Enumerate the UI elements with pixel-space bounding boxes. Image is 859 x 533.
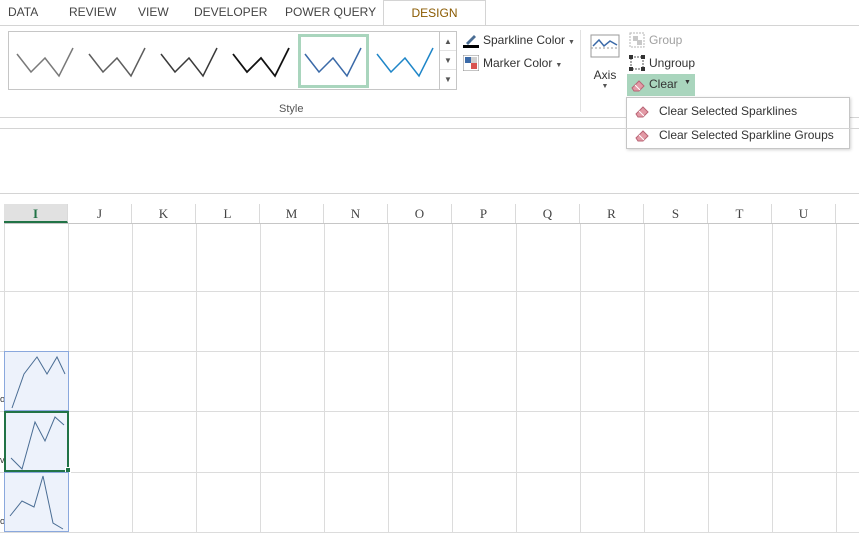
sheet-top-border xyxy=(0,193,859,194)
sparkline-style-gallery: ▲ ▼ ▼ xyxy=(8,31,457,90)
column-header-q[interactable]: Q xyxy=(516,204,580,223)
style-thumb-line xyxy=(304,47,362,78)
chevron-down-icon: ▼ xyxy=(684,79,691,86)
style-thumb-3[interactable] xyxy=(155,34,223,88)
style-group-label: Style xyxy=(279,103,304,115)
column-header-m[interactable]: M xyxy=(260,204,324,223)
column-header-o[interactable]: O xyxy=(388,204,452,223)
clear-label: Clear xyxy=(649,77,678,91)
row-edge-mark: v xyxy=(0,455,4,465)
menu-item-label: Clear Selected Sparklines xyxy=(659,104,798,118)
column-header-t[interactable]: T xyxy=(708,204,772,223)
column-gridline xyxy=(452,224,453,533)
sparkline-cell-1[interactable] xyxy=(4,351,69,411)
style-thumb-2[interactable] xyxy=(83,34,151,88)
sparkline-cell-2-active[interactable] xyxy=(4,411,69,472)
sparkline-cell-3[interactable] xyxy=(4,472,69,532)
column-header-i[interactable]: I xyxy=(4,204,68,223)
sparkline xyxy=(11,355,66,409)
row-gridline xyxy=(0,351,859,352)
marker-color-label: Marker Color xyxy=(483,56,553,70)
clear-selected-sparkline-groups-item[interactable]: Clear Selected Sparkline Groups xyxy=(627,123,849,147)
column-header-s[interactable]: S xyxy=(644,204,708,223)
row-gridline xyxy=(0,411,859,412)
column-gridline xyxy=(388,224,389,533)
column-gridline xyxy=(260,224,261,533)
column-gridline xyxy=(580,224,581,533)
column-gridline xyxy=(836,224,837,533)
tab-power-query[interactable]: POWER QUERY xyxy=(285,0,376,26)
axis-button[interactable]: Axis ▼ xyxy=(588,32,622,94)
eraser-icon xyxy=(635,130,649,142)
menu-item-label: Clear Selected Sparkline Groups xyxy=(659,128,834,142)
worksheet-grid[interactable] xyxy=(0,224,859,533)
eraser-icon xyxy=(631,80,645,92)
column-gridline xyxy=(132,224,133,533)
column-header-u[interactable]: U xyxy=(772,204,836,223)
column-gridline xyxy=(708,224,709,533)
tab-developer[interactable]: DEVELOPER xyxy=(194,0,267,26)
ungroup-label: Ungroup xyxy=(649,56,696,70)
column-header-n[interactable]: N xyxy=(324,204,388,223)
style-thumb-line xyxy=(88,47,146,78)
tab-data[interactable]: DATA xyxy=(8,0,38,26)
ungroup-icon xyxy=(629,55,645,71)
formula-bar-area xyxy=(0,128,859,129)
row-gridline xyxy=(0,472,859,473)
style-thumb-1[interactable] xyxy=(11,34,79,88)
column-header-p[interactable]: P xyxy=(452,204,516,223)
marker-color-icon xyxy=(463,55,479,71)
group-icon xyxy=(629,32,645,48)
column-gridline xyxy=(196,224,197,533)
eraser-icon xyxy=(635,106,649,118)
column-gridline xyxy=(324,224,325,533)
gallery-more-icon[interactable]: ▼ xyxy=(440,70,456,89)
style-thumb-6[interactable] xyxy=(371,34,439,88)
clear-button[interactable]: Clear ▼ xyxy=(627,74,695,96)
column-header-l[interactable]: L xyxy=(196,204,260,223)
column-header-r[interactable]: R xyxy=(580,204,644,223)
row-edge-mark: o xyxy=(0,394,4,404)
gallery-scroll: ▲ ▼ ▼ xyxy=(439,32,456,89)
tab-view[interactable]: VIEW xyxy=(138,0,169,26)
axis-icon xyxy=(590,34,620,58)
style-thumb-line xyxy=(376,47,434,78)
chevron-down-icon: ▼ xyxy=(555,62,563,69)
axis-label: Axis xyxy=(593,68,617,82)
style-thumb-line xyxy=(160,47,218,78)
chevron-down-icon: ▼ xyxy=(601,83,609,90)
clear-selected-sparklines-item[interactable]: Clear Selected Sparklines xyxy=(627,99,849,123)
gallery-scroll-down-icon[interactable]: ▼ xyxy=(440,51,456,70)
sparkline-color-icon xyxy=(463,35,479,48)
column-gridline xyxy=(644,224,645,533)
ribbon-separator xyxy=(580,30,581,112)
style-thumb-line xyxy=(232,47,290,78)
column-header-k[interactable]: K xyxy=(132,204,196,223)
column-header-j[interactable]: J xyxy=(68,204,132,223)
sparkline xyxy=(9,475,64,530)
group-label: Group xyxy=(649,33,683,47)
column-gridline xyxy=(516,224,517,533)
tab-design[interactable]: DESIGN xyxy=(383,0,486,27)
column-header-row: IJKLMNOPQRSTU xyxy=(4,204,859,224)
ribbon-tab-bar: DATA REVIEW VIEW DEVELOPER POWER QUERY D… xyxy=(0,0,859,27)
column-gridline xyxy=(772,224,773,533)
tab-review[interactable]: REVIEW xyxy=(69,0,116,26)
style-thumb-4[interactable] xyxy=(227,34,295,88)
row-edge-mark: o xyxy=(0,516,4,526)
clear-dropdown-menu: Clear Selected Sparklines Clear Selected… xyxy=(626,97,850,149)
sparkline-color-label: Sparkline Color xyxy=(483,33,566,47)
row-gridline xyxy=(0,291,859,292)
gallery-scroll-up-icon[interactable]: ▲ xyxy=(440,32,456,51)
style-thumb-line xyxy=(16,47,74,78)
style-thumb-5-selected[interactable] xyxy=(298,34,369,88)
chevron-down-icon: ▼ xyxy=(568,39,575,46)
sparkline xyxy=(10,416,65,470)
